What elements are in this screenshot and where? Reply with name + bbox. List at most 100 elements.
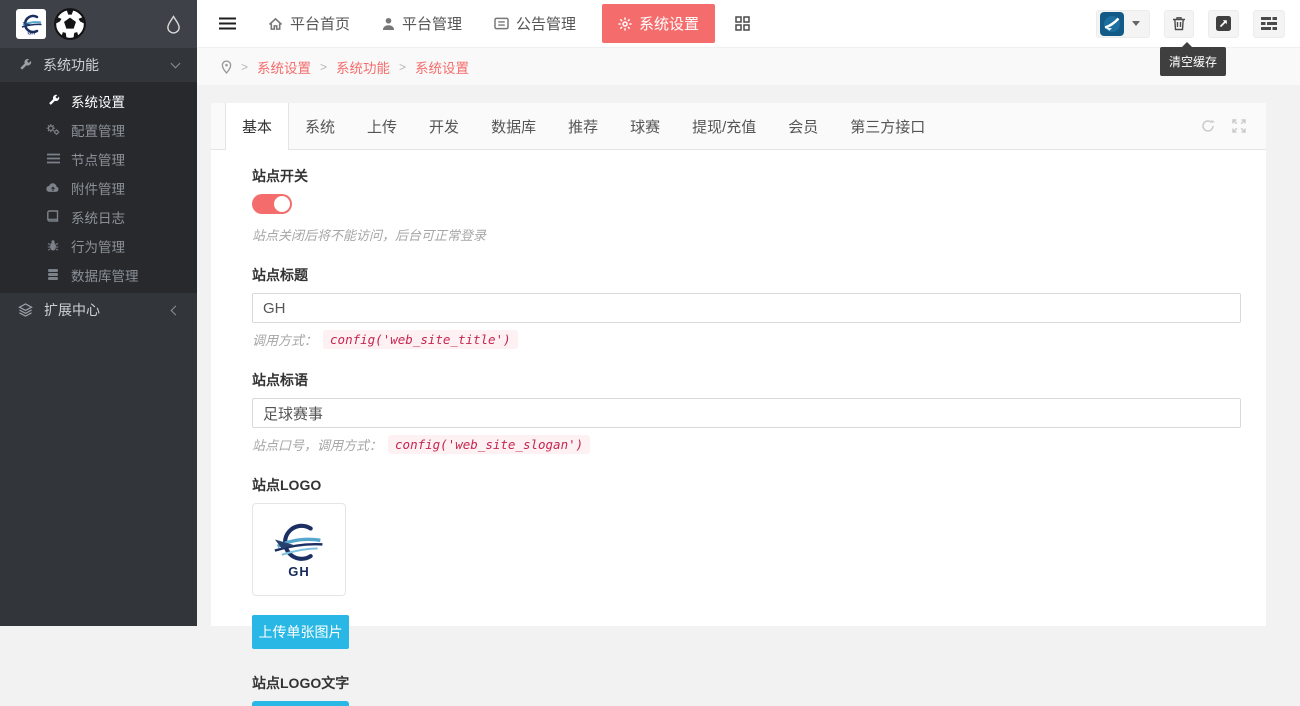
site-switch-label: 站点开关 xyxy=(252,166,1225,186)
settings-form: 站点开关 站点关闭后将不能访问，后台可正常登录 站点标题 调用方式： confi… xyxy=(211,150,1266,706)
edit-launch-button[interactable] xyxy=(1208,10,1239,38)
tab-upload[interactable]: 上传 xyxy=(351,103,413,149)
nav-item-label: 平台管理 xyxy=(402,13,462,34)
sidebar-item-label: 行为管理 xyxy=(71,236,125,256)
sidebar-item-system-settings[interactable]: 系统设置 xyxy=(0,86,197,115)
tab-develop[interactable]: 开发 xyxy=(413,103,475,149)
chevron-left-icon xyxy=(172,307,179,314)
user-avatar-dropdown[interactable] xyxy=(1096,10,1150,38)
site-title-input[interactable] xyxy=(252,293,1241,323)
panel-tools xyxy=(1201,103,1246,149)
database-icon xyxy=(46,268,60,281)
wrench-icon xyxy=(18,58,32,72)
sidebar-item-label: 附件管理 xyxy=(71,178,125,198)
server-icon xyxy=(1261,17,1277,30)
site-logo-image xyxy=(268,520,330,566)
site-logo-label: 站点LOGO xyxy=(252,475,1225,495)
location-pin-icon xyxy=(221,60,232,74)
clear-cache-button[interactable] xyxy=(1164,10,1194,38)
book-icon xyxy=(46,210,60,223)
breadcrumb-link[interactable]: 系统功能 xyxy=(336,57,390,77)
sidebar-submenu: 系统设置 配置管理 节点管理 xyxy=(0,82,197,293)
tab-matches[interactable]: 球赛 xyxy=(614,103,676,149)
help-text: 站点关闭后将不能访问，后台可正常登录 xyxy=(252,225,486,244)
breadcrumb-separator: > xyxy=(320,60,327,74)
site-slogan-help: 站点口号，调用方式： config('web_site_slogan') xyxy=(252,435,1225,454)
sidebar-group-label: 系统功能 xyxy=(43,55,99,75)
nav-item-platform-management[interactable]: 平台管理 xyxy=(382,13,462,34)
sidebar-item-label: 节点管理 xyxy=(71,149,125,169)
sidebar-item-system-logs[interactable]: 系统日志 xyxy=(0,202,197,231)
wrench-icon xyxy=(46,94,60,107)
sidebar-item-node-management[interactable]: 节点管理 xyxy=(0,144,197,173)
site-switch-toggle[interactable] xyxy=(252,194,292,214)
server-list-button[interactable] xyxy=(1253,10,1285,38)
partially-visible-button[interactable] xyxy=(252,701,349,706)
sidebar-header: GH xyxy=(0,0,197,48)
nav-item-label: 平台首页 xyxy=(290,13,350,34)
tooltip-text: 清空缓存 xyxy=(1169,55,1217,69)
breadcrumb-separator: > xyxy=(399,60,406,74)
tab-withdraw-recharge[interactable]: 提现/充值 xyxy=(676,103,772,149)
cloud-upload-icon xyxy=(46,182,60,193)
breadcrumb-link[interactable]: 系统设置 xyxy=(257,57,311,77)
site-logo-text: GH xyxy=(288,564,310,579)
site-slogan-input[interactable] xyxy=(252,398,1241,428)
sidebar-group-system-functions[interactable]: 系统功能 xyxy=(0,48,197,82)
help-text: 站点口号，调用方式： xyxy=(252,435,382,454)
avatar xyxy=(1100,12,1124,36)
svg-text:GH: GH xyxy=(28,31,36,37)
sidebar-item-behavior-management[interactable]: 行为管理 xyxy=(0,231,197,260)
hamburger-icon[interactable] xyxy=(219,17,236,30)
upload-single-image-button[interactable]: 上传单张图片 xyxy=(252,615,349,649)
refresh-icon[interactable] xyxy=(1201,119,1215,133)
gear-icon xyxy=(618,17,632,31)
sidebar-item-attachment-management[interactable]: 附件管理 xyxy=(0,173,197,202)
list-icon xyxy=(46,153,60,164)
grid-apps-icon[interactable] xyxy=(735,16,750,31)
config-code: config('web_site_title') xyxy=(323,330,518,349)
sidebar-item-label: 系统日志 xyxy=(71,207,125,227)
site-logo-small[interactable]: GH xyxy=(16,9,46,39)
fullscreen-icon[interactable] xyxy=(1232,119,1246,133)
tab-third-party-api[interactable]: 第三方接口 xyxy=(834,103,941,149)
tab-system[interactable]: 系统 xyxy=(289,103,351,149)
tab-database[interactable]: 数据库 xyxy=(475,103,552,149)
sidebar-menu: 系统功能 系统设置 配置管理 xyxy=(0,48,197,327)
nav-item-label: 公告管理 xyxy=(516,13,576,34)
tab-basic[interactable]: 基本 xyxy=(225,103,289,150)
droplet-icon[interactable] xyxy=(166,15,181,34)
sidebar-item-database-management[interactable]: 数据库管理 xyxy=(0,260,197,289)
site-logo-text-label: 站点LOGO文字 xyxy=(252,673,1225,693)
tab-recommend[interactable]: 推荐 xyxy=(552,103,614,149)
cogs-icon xyxy=(46,123,60,136)
sidebar-item-label: 配置管理 xyxy=(71,120,125,140)
breadcrumb-link[interactable]: 系统设置 xyxy=(415,57,469,77)
breadcrumb-separator: > xyxy=(241,60,248,74)
site-logo-preview[interactable]: GH xyxy=(252,503,346,596)
breadcrumb: > 系统设置 > 系统功能 > 系统设置 xyxy=(197,48,1300,85)
sidebar-group-extension-center[interactable]: 扩展中心 xyxy=(0,293,197,327)
nav-item-announcement-management[interactable]: 公告管理 xyxy=(494,13,576,34)
soccer-ball-icon xyxy=(53,7,87,41)
edit-arrow-icon xyxy=(1216,16,1231,31)
site-title-help: 调用方式： config('web_site_title') xyxy=(252,330,1225,349)
brand-logo-icon: GH xyxy=(19,12,43,36)
settings-tab-bar: 基本 系统 上传 开发 数据库 推荐 球赛 提现/充值 会员 第三方接口 xyxy=(211,103,1266,150)
nav-item-platform-home[interactable]: 平台首页 xyxy=(268,13,350,34)
site-slogan-label: 站点标语 xyxy=(252,370,1225,390)
settings-panel: 基本 系统 上传 开发 数据库 推荐 球赛 提现/充值 会员 第三方接口 站点开… xyxy=(211,103,1266,626)
top-navbar: 平台首页 平台管理 公告管理 系统设置 xyxy=(197,0,1300,48)
site-switch-help: 站点关闭后将不能访问，后台可正常登录 xyxy=(252,225,1225,244)
tab-members[interactable]: 会员 xyxy=(772,103,834,149)
chevron-down-icon xyxy=(172,63,179,67)
bug-icon xyxy=(46,239,60,252)
nav-item-label: 系统设置 xyxy=(639,13,699,34)
navbar-actions xyxy=(1096,10,1285,38)
clear-cache-tooltip: 清空缓存 xyxy=(1160,47,1226,76)
sidebar-item-config-management[interactable]: 配置管理 xyxy=(0,115,197,144)
sidebar-group-label: 扩展中心 xyxy=(44,300,100,320)
nav-item-system-settings[interactable]: 系统设置 xyxy=(602,4,715,43)
sidebar-item-label: 数据库管理 xyxy=(71,265,139,285)
sidebar-item-label: 系统设置 xyxy=(71,91,125,111)
